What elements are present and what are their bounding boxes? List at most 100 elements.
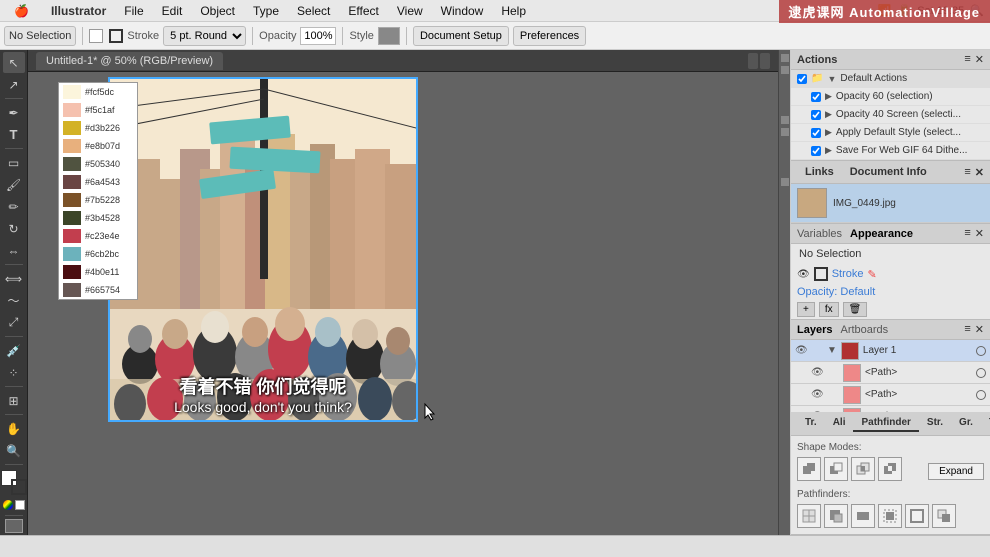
selection-tool[interactable]: ↖ (3, 52, 25, 73)
pencil-tool[interactable]: ✏ (3, 196, 25, 217)
layers-tab[interactable]: Layers (797, 324, 832, 336)
hand-tool[interactable]: ✋ (3, 418, 25, 439)
menu-select[interactable]: Select (289, 2, 338, 20)
panel-strip-btn-2[interactable] (781, 66, 789, 74)
doc-info-tab[interactable]: Document Info (842, 164, 935, 180)
layer-lock-1[interactable] (811, 345, 823, 357)
trim-btn[interactable] (824, 504, 848, 528)
stroke-width-select[interactable]: 5 pt. Round (163, 26, 246, 46)
fx-btn[interactable]: fx (819, 302, 839, 317)
action-4-checkbox[interactable] (811, 146, 821, 156)
transparency-tab[interactable]: Tra. (981, 415, 990, 432)
normal-view-btn[interactable] (5, 519, 23, 533)
layer-item-path-2[interactable]: 👁 <Path> (791, 384, 990, 406)
action-item-4[interactable]: ▶ Save For Web GIF 64 Dithe... (791, 142, 990, 160)
unite-btn[interactable] (797, 457, 821, 481)
expand-button[interactable]: Expand (928, 463, 984, 480)
layers-close-icon[interactable]: ✕ (975, 323, 984, 336)
type-tool[interactable]: T (3, 124, 25, 145)
appearance-options-icon[interactable]: ≡ (964, 227, 970, 240)
paintbrush-tool[interactable]: 🖌 (3, 174, 25, 195)
color-mode-icon[interactable] (3, 500, 13, 510)
fill-stroke-widget[interactable] (1, 470, 27, 495)
add-property-btn[interactable]: + (797, 302, 815, 317)
artboard-tool[interactable]: ⊞ (3, 390, 25, 411)
links-tab[interactable]: Links (797, 164, 842, 180)
menu-file[interactable]: File (116, 2, 151, 20)
menu-window[interactable]: Window (433, 2, 492, 20)
layer-eye-p1[interactable]: 👁 (811, 367, 823, 379)
actions-folder-checkbox[interactable] (797, 74, 807, 84)
swatch-4[interactable]: #e8b07d (59, 137, 139, 155)
swatch-3[interactable]: #d3b226 (59, 119, 139, 137)
action-1-checkbox[interactable] (811, 92, 821, 102)
opacity-input[interactable] (300, 27, 336, 45)
swatch-1[interactable]: #fcf5dc (59, 83, 139, 101)
appearance-close-icon[interactable]: ✕ (975, 227, 984, 240)
menu-help[interactable]: Help (493, 2, 534, 20)
swatch-5[interactable]: #505340 (59, 155, 139, 173)
stroke-visibility-icon[interactable]: 👁 (797, 269, 810, 280)
layer-target-p1[interactable] (976, 368, 986, 378)
actions-folder[interactable]: 📁 ▼ Default Actions (791, 70, 990, 88)
layer-item-path-1[interactable]: 👁 <Path> (791, 362, 990, 384)
layer-lock-p1[interactable] (827, 367, 839, 379)
layer-main[interactable]: 👁 ▼ Layer 1 (791, 340, 990, 362)
menu-type[interactable]: Type (245, 2, 287, 20)
action-item-2[interactable]: ▶ Opacity 40 Screen (selecti... (791, 106, 990, 124)
swatch-2[interactable]: #f5c1af (59, 101, 139, 119)
document-setup-button[interactable]: Document Setup (413, 26, 509, 46)
action-item-3[interactable]: ▶ Apply Default Style (select... (791, 124, 990, 142)
eyedropper-tool[interactable]: 💉 (3, 340, 25, 361)
link-item-1[interactable]: IMG_0449.jpg (791, 184, 990, 223)
rectangle-tool[interactable]: ▭ (3, 152, 25, 173)
panel-scroll-up[interactable] (748, 53, 758, 69)
warp-tool[interactable]: 〜 (3, 290, 25, 311)
fill-swatch[interactable] (89, 29, 103, 43)
opacity-value[interactable]: Default (840, 286, 875, 298)
width-tool[interactable]: ⟺ (3, 268, 25, 289)
canvas-area[interactable]: Untitled-1* @ 50% (RGB/Preview) #fcf5dc … (28, 50, 778, 535)
stroke-text[interactable]: Stroke (832, 268, 864, 280)
free-transform-tool[interactable]: ⤢ (3, 312, 25, 333)
variables-tab[interactable]: Variables (797, 228, 842, 240)
menu-effect[interactable]: Effect (340, 2, 386, 20)
mirror-tool[interactable]: ⇔ (3, 240, 25, 261)
layer-expand-1[interactable]: ▼ (827, 345, 837, 356)
none-icon[interactable] (15, 500, 25, 510)
action-2-checkbox[interactable] (811, 110, 821, 120)
panel-strip-btn-4[interactable] (781, 128, 789, 136)
style-swatch[interactable] (378, 27, 400, 45)
action-item-1[interactable]: ▶ Opacity 60 (selection) (791, 88, 990, 106)
divide-btn[interactable] (797, 504, 821, 528)
menu-view[interactable]: View (389, 2, 431, 20)
transform-tab[interactable]: Tr. (797, 415, 825, 432)
menu-edit[interactable]: Edit (154, 2, 191, 20)
preferences-button[interactable]: Preferences (513, 26, 586, 46)
gradient-tab[interactable]: Gr. (951, 415, 981, 432)
artwork-canvas[interactable]: 看着不错 你们觉得呢 Looks good, don't you think? (108, 77, 418, 422)
layer-lock-p2[interactable] (827, 389, 839, 401)
layer-target-1[interactable] (976, 346, 986, 356)
exclude-btn[interactable] (878, 457, 902, 481)
menu-object[interactable]: Object (192, 2, 243, 20)
actions-close-icon[interactable]: ✕ (975, 53, 984, 66)
document-tab[interactable]: Untitled-1* @ 50% (RGB/Preview) (36, 52, 223, 70)
stroke-color-box[interactable] (814, 267, 828, 281)
links-close-icon[interactable]: ✕ (975, 166, 984, 179)
panel-strip-btn-3[interactable] (781, 116, 789, 124)
appearance-tab[interactable]: Appearance (850, 228, 913, 240)
swatch-12[interactable]: #665754 (59, 281, 139, 299)
apple-menu[interactable]: 🍎 (6, 2, 37, 20)
outline-btn[interactable] (905, 504, 929, 528)
panel-strip-btn-1[interactable] (781, 54, 789, 62)
layer-eye-p2[interactable]: 👁 (811, 389, 823, 401)
pathfinder-tab[interactable]: Pathfinder (853, 415, 918, 432)
intersect-btn[interactable] (851, 457, 875, 481)
actions-options-icon[interactable]: ≡ (964, 53, 970, 66)
layer-eye-1[interactable]: 👁 (795, 345, 807, 357)
stroke-edit-icon[interactable]: ✎ (868, 268, 877, 281)
links-options-icon[interactable]: ≡ (964, 166, 970, 179)
zoom-tool[interactable]: 🔍 (3, 440, 25, 461)
merge-btn[interactable] (851, 504, 875, 528)
